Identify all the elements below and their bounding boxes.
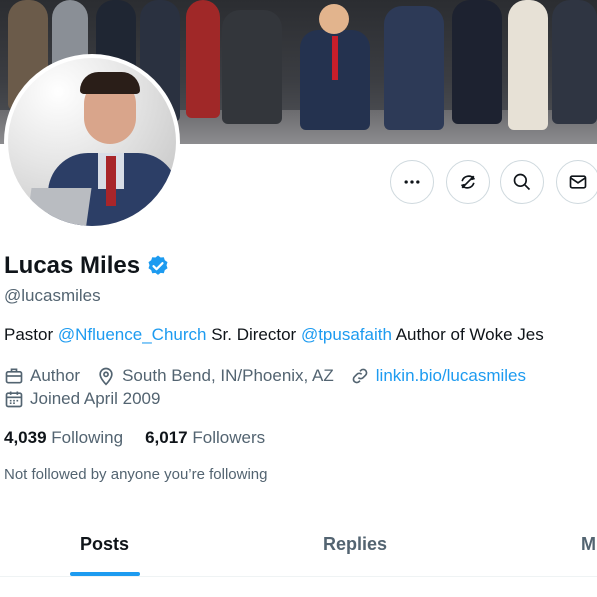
following-label: Following [51,428,124,447]
search-button[interactable] [500,160,544,204]
banner-figure [452,0,502,124]
avatar-image [8,58,176,226]
banner-head [319,4,349,34]
subscribe-icon [460,175,476,189]
avatar-tie [106,156,116,206]
tab-replies[interactable]: Replies [323,534,387,555]
tab-media[interactable]: M [581,534,596,555]
following-count: 4,039 [4,428,47,447]
banner-figure [508,0,548,130]
meta-joined: Joined April 2009 [4,389,160,409]
tab-posts[interactable]: Posts [80,534,129,555]
avatar-hair [80,72,140,94]
followers-count: 6,017 [145,428,188,447]
banner-tie [332,36,338,80]
bio-text: Pastor [4,325,58,344]
bio-text: Author of Woke Jes [391,325,544,344]
message-button[interactable] [556,160,597,204]
meta-profession: Author [4,366,80,386]
profile-handle: @lucasmiles [4,286,101,305]
message-icon [569,175,587,189]
calendar-icon [5,391,23,408]
following-link[interactable]: 4,039 Following [4,428,123,447]
bio-text: Sr. Director [206,325,301,344]
bio-mention-link[interactable]: @tpusafaith [301,325,392,344]
banner-figure [186,0,220,118]
followers-label: Followers [192,428,266,447]
bio-mention-link[interactable]: @Nfluence_Church [58,325,207,344]
banner-figure [552,0,597,124]
profile-name-row: Lucas Miles [4,252,170,280]
profession-text: Author [30,366,81,385]
profile-name: Lucas Miles [4,252,141,279]
not-followed-note: Not followed by anyone you’re following [4,466,268,483]
joined-text: Joined April 2009 [30,389,161,408]
search-icon [513,173,531,191]
verified-badge-icon[interactable] [146,254,170,278]
profile-meta: Author South Bend, IN/Phoenix, AZ linkin… [4,366,542,386]
active-tab-indicator [70,572,140,576]
meta-location: South Bend, IN/Phoenix, AZ [96,366,334,386]
profile-avatar[interactable] [4,54,180,230]
profile-stats: 4,039 Following 6,017 Followers [4,428,265,448]
profile-meta-joined: Joined April 2009 [4,389,176,409]
more-icon [404,180,420,184]
meta-website[interactable]: linkin.bio/lucasmiles [350,366,526,386]
followers-link[interactable]: 6,017 Followers [145,428,265,447]
location-text: South Bend, IN/Phoenix, AZ [122,366,334,385]
briefcase-icon [5,368,23,384]
subscribe-button[interactable] [446,160,490,204]
more-button[interactable] [390,160,434,204]
avatar-podium [24,188,92,226]
location-pin-icon [99,367,113,386]
profile-tabs: Posts Replies M [0,520,597,577]
website-link[interactable]: linkin.bio/lucasmiles [376,366,526,386]
banner-figure [384,6,444,130]
banner-figure [222,10,282,124]
profile-bio: Pastor @Nfluence_Church Sr. Director @tp… [4,325,544,345]
link-icon [352,368,368,384]
